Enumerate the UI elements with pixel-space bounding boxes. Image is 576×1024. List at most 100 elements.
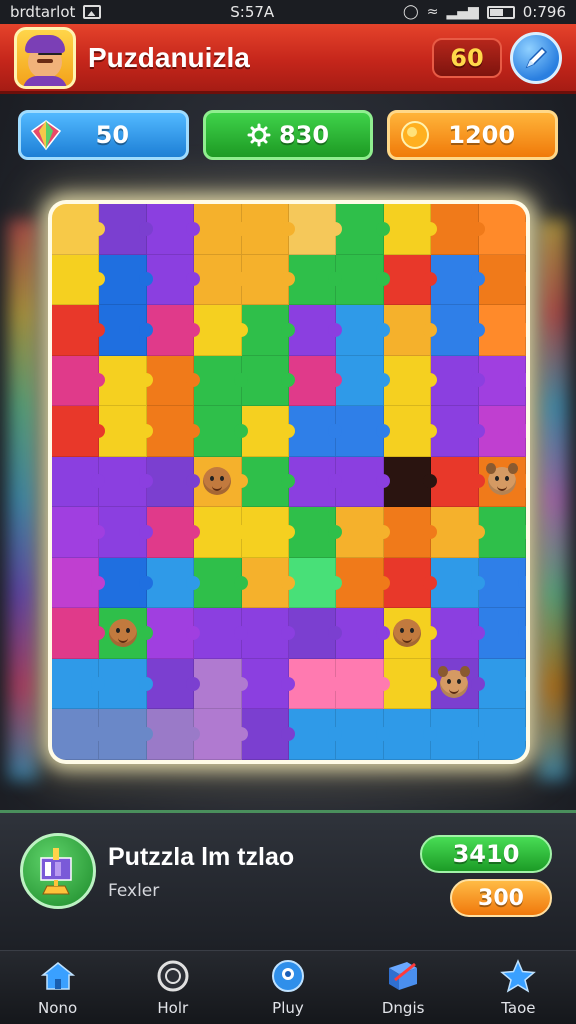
coins-counter[interactable]: 1200 [387, 110, 559, 160]
puzzle-piece[interactable] [431, 507, 479, 558]
puzzle-piece[interactable] [241, 254, 289, 306]
puzzle-piece[interactable] [289, 305, 337, 356]
puzzle-piece[interactable] [431, 406, 479, 457]
puzzle-piece[interactable] [478, 608, 526, 659]
puzzle-piece[interactable] [336, 608, 384, 659]
puzzle-piece[interactable] [289, 355, 337, 407]
puzzle-piece[interactable] [52, 204, 100, 255]
puzzle-piece[interactable] [289, 608, 337, 659]
puzzle-piece[interactable] [146, 204, 195, 255]
puzzle-piece[interactable] [431, 709, 479, 760]
reward-orange-button[interactable]: 300 [450, 879, 552, 917]
nav-item-top[interactable]: Taoe [468, 958, 568, 1017]
puzzle-piece[interactable] [478, 254, 526, 306]
puzzle-piece[interactable] [52, 355, 100, 407]
puzzle-piece[interactable] [289, 557, 337, 609]
puzzle-piece[interactable] [146, 507, 195, 558]
puzzle-piece[interactable] [241, 658, 289, 710]
puzzle-piece[interactable] [383, 456, 432, 508]
nav-item-home[interactable]: Nono [8, 959, 108, 1017]
puzzle-piece[interactable] [478, 406, 526, 457]
puzzle-piece[interactable] [194, 305, 242, 356]
puzzle-piece[interactable] [336, 507, 384, 558]
puzzle-piece[interactable] [146, 658, 195, 710]
puzzle-piece[interactable] [431, 608, 479, 659]
puzzle-piece[interactable] [52, 557, 100, 609]
puzzle-piece[interactable] [478, 456, 526, 508]
puzzle-piece[interactable] [289, 204, 337, 255]
puzzle-piece[interactable] [241, 507, 289, 558]
puzzle-piece[interactable] [431, 456, 479, 508]
puzzle-piece[interactable] [383, 305, 432, 356]
score-counter[interactable]: 830 [202, 110, 374, 160]
puzzle-piece[interactable] [431, 658, 479, 710]
puzzle-piece[interactable] [194, 709, 242, 760]
puzzle-piece[interactable] [336, 658, 384, 710]
puzzle-piece[interactable] [194, 355, 242, 407]
puzzle-piece[interactable] [52, 305, 100, 356]
puzzle-piece[interactable] [194, 254, 242, 306]
puzzle-piece[interactable] [241, 709, 289, 760]
puzzle-piece[interactable] [431, 355, 479, 407]
puzzle-piece[interactable] [52, 709, 100, 760]
puzzle-piece[interactable] [478, 204, 526, 255]
puzzle-piece[interactable] [146, 406, 195, 457]
puzzle-piece[interactable] [99, 305, 147, 356]
puzzle-piece[interactable] [478, 658, 526, 710]
puzzle-piece[interactable] [289, 507, 337, 558]
puzzle-piece[interactable] [289, 456, 337, 508]
puzzle-piece[interactable] [431, 254, 479, 306]
puzzle-piece[interactable] [383, 608, 432, 659]
puzzle-piece[interactable] [146, 557, 195, 609]
puzzle-piece[interactable] [478, 305, 526, 356]
puzzle-piece[interactable] [336, 406, 384, 457]
puzzle-piece[interactable] [99, 254, 147, 306]
puzzle-piece[interactable] [383, 507, 432, 558]
puzzle-piece[interactable] [52, 456, 100, 508]
puzzle-piece[interactable] [478, 355, 526, 407]
puzzle-piece[interactable] [146, 254, 195, 306]
puzzle-piece[interactable] [146, 355, 195, 407]
puzzle-piece[interactable] [383, 254, 432, 306]
puzzle-piece[interactable] [146, 608, 195, 659]
nav-item-hour[interactable]: Holr [123, 959, 223, 1017]
puzzle-piece[interactable] [383, 557, 432, 609]
puzzle-piece[interactable] [52, 507, 100, 558]
puzzle-piece[interactable] [289, 658, 337, 710]
nav-item-play[interactable]: Pluy [238, 959, 338, 1017]
puzzle-piece[interactable] [241, 557, 289, 609]
puzzle-piece[interactable] [431, 305, 479, 356]
puzzle-piece[interactable] [478, 709, 526, 760]
puzzle-piece[interactable] [99, 608, 147, 659]
gems-counter[interactable]: 50 [18, 110, 189, 160]
puzzle-piece[interactable] [289, 709, 337, 760]
puzzle-piece[interactable] [431, 204, 479, 255]
puzzle-piece[interactable] [241, 204, 289, 255]
avatar[interactable] [14, 26, 76, 89]
puzzle-piece[interactable] [99, 406, 147, 457]
puzzle-piece[interactable] [194, 557, 242, 609]
nav-item-design[interactable]: Dngis [353, 959, 453, 1017]
puzzle-piece[interactable] [336, 456, 384, 508]
puzzle-piece[interactable] [99, 204, 147, 255]
puzzle-piece[interactable] [336, 355, 384, 407]
puzzle-piece[interactable] [478, 557, 526, 609]
puzzle-piece[interactable] [194, 507, 242, 558]
puzzle-piece[interactable] [99, 355, 147, 407]
puzzle-piece[interactable] [289, 254, 337, 306]
puzzle-piece[interactable] [194, 658, 242, 710]
puzzle-piece[interactable] [336, 305, 384, 356]
puzzle-piece[interactable] [194, 406, 242, 457]
puzzle-piece[interactable] [52, 254, 100, 306]
puzzle-piece[interactable] [241, 456, 289, 508]
puzzle-piece[interactable] [99, 507, 147, 558]
puzzle-piece[interactable] [336, 204, 384, 255]
puzzle-piece[interactable] [289, 406, 337, 457]
puzzle-piece[interactable] [241, 608, 289, 659]
puzzle-piece[interactable] [383, 204, 432, 255]
puzzle-piece[interactable] [99, 658, 147, 710]
puzzle-piece[interactable] [383, 355, 432, 407]
puzzle-piece[interactable] [146, 305, 195, 356]
puzzle-piece[interactable] [383, 658, 432, 710]
puzzle-piece[interactable] [99, 456, 147, 508]
